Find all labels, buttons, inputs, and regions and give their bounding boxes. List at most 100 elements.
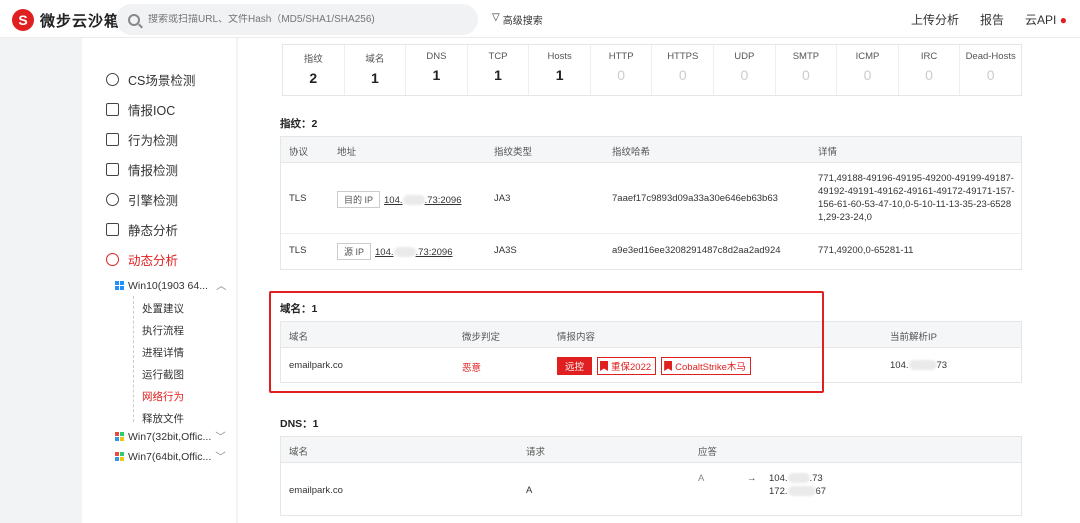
stat-域名[interactable]: 域名 1 (345, 45, 407, 95)
nav-cloud-api[interactable]: 云API ● (1025, 11, 1067, 28)
cell-resolved-ip: 104. 73 (890, 360, 947, 371)
env-label: Win7(64bit,Offic... (128, 450, 212, 463)
stat-http[interactable]: HTTP 0 (591, 45, 653, 95)
env-win7-32[interactable]: Win7(32bit,Offic... ﹀ (115, 429, 226, 444)
env-win10[interactable]: Win10(1903 64... ︿ (115, 278, 226, 293)
col-header: 指纹哈希 (612, 147, 651, 158)
sidebar-item-label: 情报IOC (128, 104, 176, 118)
cell-proto: TLS (289, 245, 307, 256)
sidebar-item-cs-scene[interactable]: CS场景检测 (106, 70, 195, 89)
sidebar-item-ioc[interactable]: 情报IOC (106, 100, 175, 119)
ip-part: 104. (384, 195, 403, 206)
logo-text: 微步云沙箱 (40, 12, 121, 30)
advanced-search-label: 高级搜索 (502, 16, 543, 27)
sidebar-item-label: CS场景检测 (128, 74, 196, 88)
table-header: 协议 地址 指纹类型 指纹哈希 详情 (281, 137, 1021, 163)
advanced-search-button[interactable]: ▽ 高级搜索 (492, 12, 543, 27)
top-bar: S 微步云沙箱 ▽ 高级搜索 上传分析 报告 云API ● (0, 0, 1080, 38)
stat-value: 0 (986, 67, 995, 83)
col-header: 请求 (526, 447, 546, 458)
col-header: 指纹类型 (494, 147, 533, 158)
stat-value: 1 (432, 67, 441, 83)
search-bar[interactable] (116, 4, 478, 35)
table-row: emailpark.co A A → 104. .73 172. 67 (281, 463, 1021, 515)
stat-value: 0 (740, 67, 749, 83)
cell-answer-type: A (698, 473, 705, 484)
sub-item-disposal[interactable]: 处置建议 (142, 301, 184, 316)
ip-link[interactable]: 104. .73:2096 (384, 195, 461, 206)
ip-part: 73 (936, 360, 948, 371)
sidebar-item-intel[interactable]: 情报检测 (106, 160, 178, 179)
stat-udp[interactable]: UDP 0 (714, 45, 776, 95)
stat-irc[interactable]: IRC 0 (899, 45, 961, 95)
chevron-up-icon: ︿ (215, 280, 227, 292)
stat-hosts[interactable]: Hosts 1 (529, 45, 591, 95)
nav-upload-analysis[interactable]: 上传分析 (911, 11, 959, 28)
redacted-mask (393, 247, 416, 258)
stat-label: DNS (426, 51, 447, 62)
stat-value: 1 (370, 70, 379, 86)
cell-request: A (526, 485, 533, 496)
logo[interactable]: S 微步云沙箱 (12, 9, 120, 31)
document-icon (106, 223, 119, 236)
cell-address: 目的 IP 104. .73:2096 (337, 191, 462, 208)
ip-part: .73 (809, 473, 823, 484)
stat-dead-hosts[interactable]: Dead-Hosts 0 (960, 45, 1021, 95)
stat-指纹[interactable]: 指纹 2 (283, 45, 345, 95)
fire-icon: ● (1059, 13, 1067, 27)
stat-smtp[interactable]: SMTP 0 (776, 45, 838, 95)
search-icon (128, 13, 140, 26)
sidebar-item-label: 静态分析 (128, 224, 179, 238)
sidebar-item-engine[interactable]: 引擎检测 (106, 190, 178, 209)
sidebar-item-behavior[interactable]: 行为检测 (106, 130, 178, 149)
dynamic-icon (106, 253, 119, 266)
stat-label: TCP (488, 51, 508, 62)
ip-link[interactable]: 104. .73:2096 (375, 247, 452, 258)
crosshair-icon (106, 73, 119, 86)
cell-hash: a9e3ed16ee3208291487c8d2aa2ad924 (612, 245, 781, 256)
checklist-icon (106, 103, 119, 116)
redacted-mask (402, 195, 425, 206)
cell-type: JA3 (494, 193, 511, 204)
stat-label: 指纹 (303, 54, 323, 65)
monitor-icon (106, 133, 119, 146)
stat-value: 0 (925, 67, 933, 83)
chevron-down-icon: ﹀ (215, 451, 226, 463)
windows-icon (115, 452, 124, 461)
cell-type: JA3S (494, 245, 517, 256)
sub-item-exec-flow[interactable]: 执行流程 (142, 323, 184, 338)
env-win7-64[interactable]: Win7(64bit,Offic... ﹀ (115, 449, 226, 464)
stat-label: HTTPS (667, 51, 699, 62)
sub-item-screenshot[interactable]: 运行截图 (142, 367, 184, 382)
nav-report[interactable]: 报告 (980, 11, 1004, 28)
windows-icon (115, 432, 124, 441)
redacted-mask (787, 473, 810, 484)
cell-detail: 771,49188-49196-49195-49200-49199-49187-… (818, 173, 1015, 223)
chevron-down-icon: ﹀ (215, 431, 226, 443)
cell-answer-ip: 172. 67 (769, 486, 826, 497)
stat-https[interactable]: HTTPS 0 (652, 45, 715, 95)
sidebar-item-dynamic[interactable]: 动态分析 (106, 250, 178, 269)
ip-part: 172. (769, 486, 788, 497)
sub-item-process[interactable]: 进程详情 (142, 345, 184, 360)
search-input[interactable] (148, 14, 468, 25)
stat-value: 0 (678, 67, 687, 83)
stat-dns[interactable]: DNS 1 (406, 45, 468, 95)
stat-label: IRC (920, 51, 938, 62)
stat-value: 0 (802, 67, 810, 83)
ip-type-badge: 源 IP (337, 243, 372, 260)
sub-item-network[interactable]: 网络行为 (142, 389, 184, 404)
arrow-right-icon: → (747, 473, 757, 484)
env-label: Win7(32bit,Offic... (128, 430, 212, 443)
col-header: 详情 (818, 147, 838, 158)
cell-domain: emailpark.co (289, 485, 343, 496)
ip-part: 67 (815, 486, 827, 497)
main-content: 指纹 2 域名 1 DNS 1 TCP 1 Hosts 1 HTTP 0 HTTPS 0 UDP 0 SMTP 0… (238, 38, 1080, 523)
sub-item-dropped-files[interactable]: 释放文件 (142, 411, 184, 426)
stat-tcp[interactable]: TCP 1 (468, 45, 530, 95)
sidebar-item-static[interactable]: 静态分析 (106, 220, 178, 239)
col-header: 地址 (337, 147, 357, 158)
stat-icmp[interactable]: ICMP 0 (837, 45, 899, 95)
logo-icon: S (12, 9, 34, 31)
windows-icon (115, 281, 124, 290)
